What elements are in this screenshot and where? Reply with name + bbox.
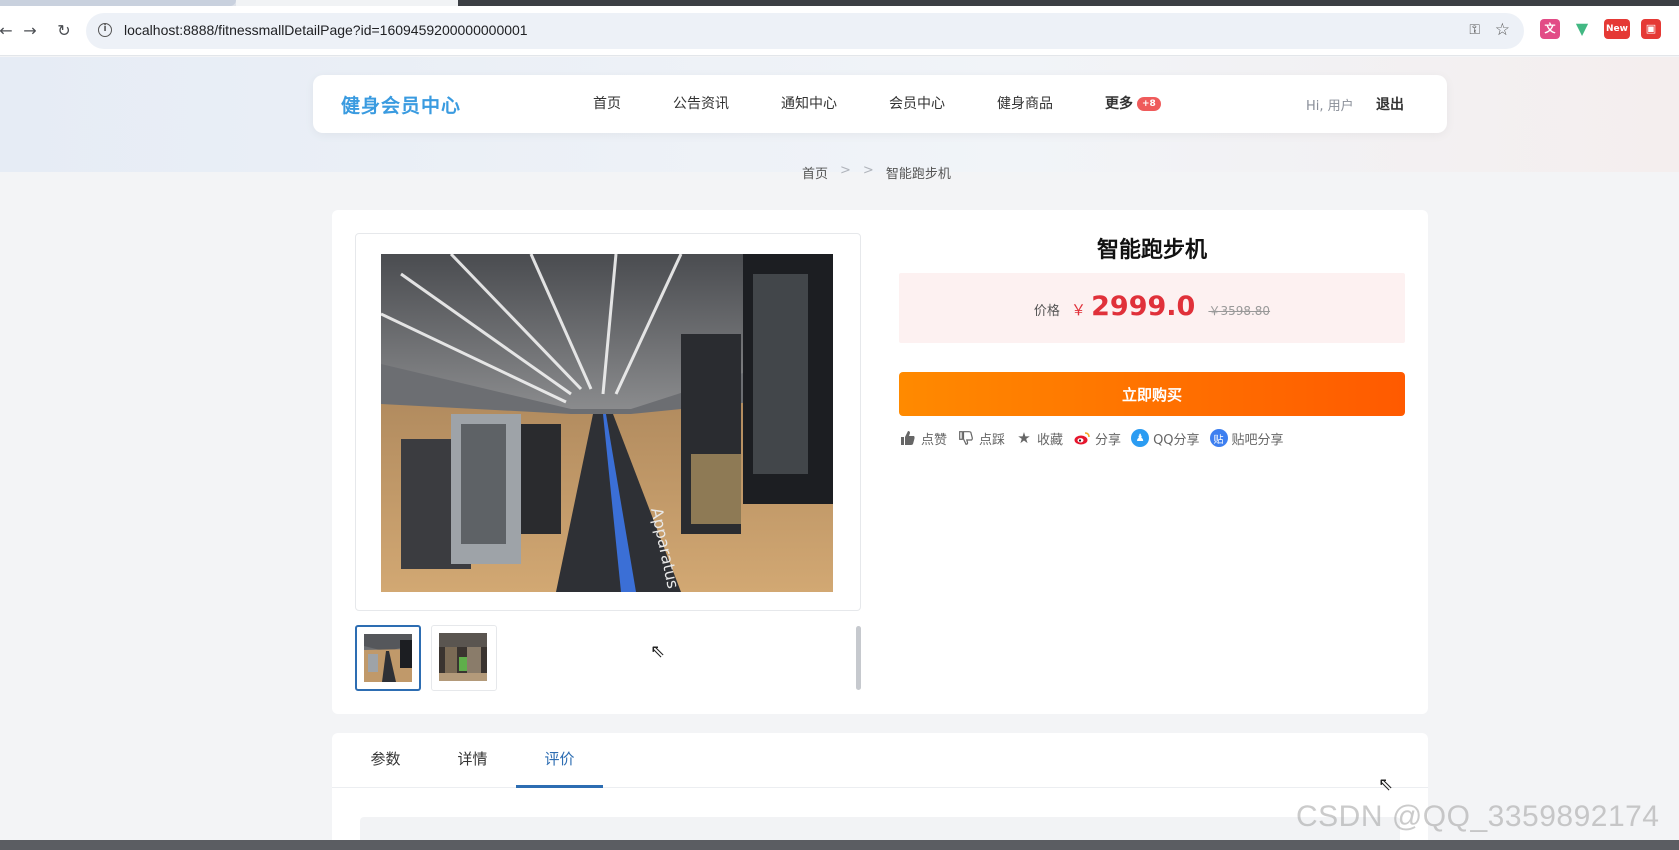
mouse-cursor-icon: ⇖ <box>1378 774 1394 795</box>
price-value: 2999.0 <box>1091 291 1196 322</box>
buy-now-button[interactable]: 立即购买 <box>899 372 1405 416</box>
product-actions: 点赞 点踩 ★ 收藏 分享 ♟ QQ分享 贴贴吧分享 <box>899 428 1294 448</box>
vue-devtools-icon[interactable]: ▼ <box>1572 19 1592 39</box>
red-ext-icon[interactable]: ▣ <box>1641 19 1661 39</box>
more-count-badge: +8 <box>1137 97 1161 111</box>
original-price: ￥3598.80 <box>1208 304 1271 318</box>
mouse-cursor-icon: ⇖ <box>650 641 666 662</box>
page-body: 健身会员中心 首页 公告资讯 通知中心 会员中心 健身商品 更多 +8 Hi, 用… <box>0 57 1679 850</box>
like-label: 点赞 <box>921 432 948 448</box>
bookmark-star-icon[interactable]: ☆ <box>1495 20 1510 40</box>
breadcrumb-separator: > <box>840 163 851 178</box>
address-bar[interactable]: i localhost:8888/fitnessmallDetailPage?i… <box>86 13 1524 49</box>
product-title: 智能跑步机 <box>1096 238 1207 263</box>
thumbs-up-icon <box>899 429 917 447</box>
product-main-image[interactable]: Apparatus Area <box>381 254 833 592</box>
qq-share-button[interactable]: ♟ QQ分享 <box>1131 429 1200 448</box>
taskbar-edge <box>0 840 1679 850</box>
thumbnail-item[interactable] <box>431 625 497 691</box>
breadcrumb: 首页 > > 智能跑步机 <box>802 163 963 182</box>
detail-tabs: 参数 详情 评价 <box>332 733 1428 788</box>
browser-toolbar: ← → ↻ i localhost:8888/fitnessmallDetail… <box>0 6 1679 56</box>
detail-tabs-card: 参数 详情 评价 <box>332 733 1428 850</box>
tieba-icon: 贴 <box>1209 429 1228 447</box>
tab-details[interactable]: 详情 <box>429 733 516 788</box>
weibo-share-label: 分享 <box>1095 432 1122 448</box>
nav-item-notice[interactable]: 通知中心 <box>781 75 837 133</box>
like-button[interactable]: 点赞 <box>899 429 947 448</box>
site-logo[interactable]: 健身会员中心 <box>341 91 461 118</box>
price-row: 价格 ￥ 2999.0 ￥3598.80 <box>899 291 1405 322</box>
translate-ext-icon[interactable]: 文 <box>1540 19 1560 39</box>
thumbs-down-icon <box>957 429 975 447</box>
favorite-label: 收藏 <box>1037 432 1064 448</box>
nav-item-more-label: 更多 <box>1105 96 1133 112</box>
weibo-icon <box>1073 429 1091 447</box>
star-icon: ★ <box>1017 429 1031 447</box>
site-header: 健身会员中心 首页 公告资讯 通知中心 会员中心 健身商品 更多 +8 Hi, 用… <box>313 75 1447 133</box>
nav-item-products[interactable]: 健身商品 <box>997 75 1053 133</box>
qq-share-label: QQ分享 <box>1153 432 1200 448</box>
tab-reviews[interactable]: 评价 <box>516 733 603 788</box>
thumbnail-scrollbar[interactable] <box>856 626 861 690</box>
tab-params[interactable]: 参数 <box>342 733 429 788</box>
thumbnail-item[interactable] <box>355 625 421 691</box>
breadcrumb-current: 智能跑步机 <box>885 167 951 182</box>
price-label: 价格 <box>1033 304 1060 319</box>
product-card: Apparatus Area 智能跑步机 价格 ￥ 2999.0 ￥3598.8… <box>332 210 1428 714</box>
csdn-watermark: CSDN @QQ_3359892174 <box>1296 800 1660 833</box>
breadcrumb-home[interactable]: 首页 <box>802 163 828 182</box>
new-ext-icon[interactable]: New <box>1604 19 1630 39</box>
nav-item-home[interactable]: 首页 <box>593 75 621 133</box>
tieba-share-button[interactable]: 贴贴吧分享 <box>1209 429 1284 448</box>
user-greeting: Hi, 用户 <box>1306 99 1354 114</box>
favorite-button[interactable]: ★ 收藏 <box>1015 429 1063 448</box>
site-info-icon[interactable]: i <box>98 23 112 37</box>
weibo-share-button[interactable]: 分享 <box>1073 429 1121 448</box>
nav-item-news[interactable]: 公告资讯 <box>673 75 729 133</box>
reload-icon[interactable]: ↻ <box>52 19 76 43</box>
tieba-share-label: 贴吧分享 <box>1231 432 1284 448</box>
nav-item-more[interactable]: 更多 +8 <box>1105 75 1161 133</box>
dislike-button[interactable]: 点踩 <box>957 429 1005 448</box>
price-currency: ￥ <box>1071 301 1087 319</box>
forward-icon[interactable]: → <box>18 19 42 43</box>
breadcrumb-separator: > <box>862 163 874 178</box>
qq-icon: ♟ <box>1131 429 1150 447</box>
logout-button[interactable]: 退出 <box>1376 94 1404 114</box>
dislike-label: 点踩 <box>979 432 1006 448</box>
price-box: 价格 ￥ 2999.0 ￥3598.80 <box>899 273 1405 343</box>
address-url[interactable]: localhost:8888/fitnessmallDetailPage?id=… <box>124 22 528 38</box>
thumbnail-list <box>355 625 507 691</box>
back-icon[interactable]: ← <box>0 19 18 43</box>
nav-item-member[interactable]: 会员中心 <box>889 75 945 133</box>
main-nav: 首页 公告资讯 通知中心 会员中心 健身商品 更多 +8 <box>593 75 1213 133</box>
password-key-icon[interactable]: ⚿ <box>1469 22 1480 38</box>
product-image-frame: Apparatus Area <box>355 233 861 611</box>
